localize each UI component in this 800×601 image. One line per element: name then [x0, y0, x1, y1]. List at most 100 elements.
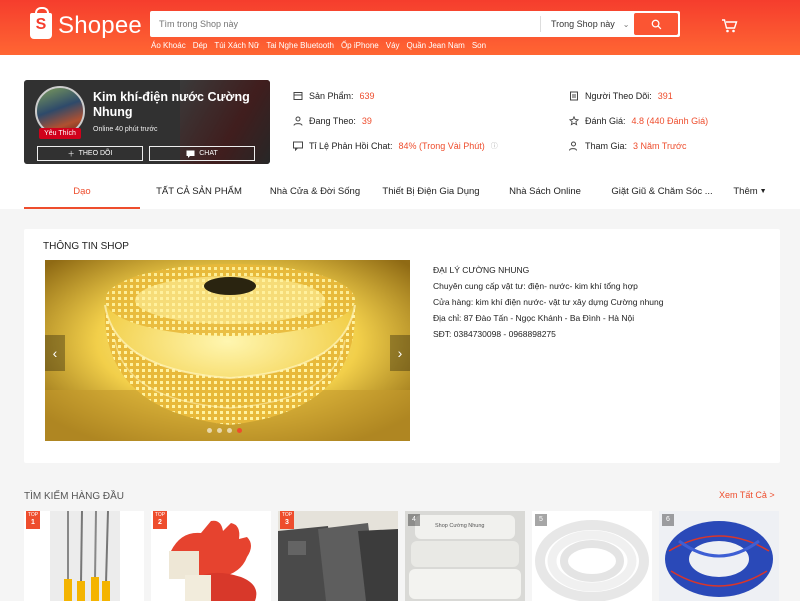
logo-text: Shopee — [58, 12, 142, 39]
product-card[interactable]: TOP 3 — [278, 511, 398, 601]
store-icon — [293, 92, 303, 100]
search-scope-select[interactable]: Trong Shop này ⌄ — [540, 16, 634, 32]
rank-number: 2 — [158, 519, 162, 526]
shop-card: Yêu Thích Kim khí-điện nước Cường Nhung … — [24, 80, 270, 164]
hint-link[interactable]: Túi Xách Nữ — [214, 41, 259, 50]
search-scope-label: Trong Shop này — [551, 19, 615, 29]
chat-icon — [186, 150, 195, 158]
chevron-right-icon: > — [769, 490, 775, 500]
chevron-left-icon: ‹ — [52, 345, 58, 361]
carousel-dot[interactable] — [207, 428, 212, 433]
tab-laundry[interactable]: Giặt Giũ & Chăm Sóc ... — [600, 179, 724, 209]
chat-button[interactable]: CHAT — [149, 146, 255, 161]
carousel-dot[interactable] — [237, 428, 242, 433]
tab-all-products[interactable]: TẤT CẢ SẢN PHẨM — [140, 179, 258, 209]
star-icon — [569, 116, 579, 126]
carousel-dot[interactable] — [217, 428, 222, 433]
gloves-image — [151, 511, 271, 601]
rank-number: 6 — [662, 514, 674, 526]
chevron-down-icon: ⌄ — [622, 19, 630, 29]
top-header: S Shopee Trong Shop này ⌄ Áo Khoác Dép T… — [0, 0, 800, 55]
tab-home-living[interactable]: Nhà Cửa & Đời Sống — [258, 179, 372, 209]
chat-bubble-icon — [293, 141, 303, 151]
tab-books[interactable]: Nhà Sách Online — [490, 179, 600, 209]
top-badge: TOP 2 — [153, 511, 167, 529]
favorite-badge: Yêu Thích — [39, 128, 81, 139]
carousel-dot[interactable] — [227, 428, 232, 433]
search-button[interactable] — [634, 13, 678, 35]
product-card[interactable]: 5 — [532, 511, 652, 601]
followers-icon — [570, 91, 578, 101]
shopee-logo[interactable]: S Shopee — [30, 7, 142, 40]
description-line: SĐT: 0384730098 - 0968898275 — [433, 329, 556, 339]
stat-value: 3 Năm Trước — [633, 141, 687, 151]
caret-down-icon: ▼ — [759, 188, 767, 195]
product-card[interactable]: Shop Cường Nhung 4 — [405, 511, 525, 601]
cart-button[interactable] — [721, 18, 738, 39]
stat-chat-response: Tỉ Lệ Phản Hồi Chat: 84% (Trong Vài Phút… — [293, 141, 498, 151]
stat-label: Người Theo Dõi: — [585, 91, 652, 101]
shopee-bag-icon: S — [30, 7, 52, 39]
stat-label: Đánh Giá: — [585, 116, 626, 126]
description-line: ĐẠI LÝ CƯỜNG NHUNG — [433, 265, 530, 275]
hint-link[interactable]: Váy — [386, 41, 400, 50]
rank-number: 1 — [31, 519, 35, 526]
carousel-prev-button[interactable]: ‹ — [45, 335, 65, 371]
shop-info-panel: THÔNG TIN SHOP ‹ › ĐẠI LÝ CƯỜNG NHUNG Ch… — [24, 229, 780, 463]
see-all-label: Xem Tất Cả — [719, 490, 767, 500]
stat-value[interactable]: 4.8 (440 Đánh Giá) — [632, 116, 709, 126]
top-badge-label: TOP — [281, 512, 293, 518]
follow-button[interactable]: ＋ THEO DÕI — [37, 146, 143, 161]
stat-label: Đang Theo: — [309, 116, 356, 126]
top-products: TOP 1 TOP 2 TOP 3 Shop Cường Nhung 4 5 6 — [24, 511, 779, 601]
stat-products: Sản Phẩm: 639 — [293, 91, 375, 101]
stat-value: 391 — [657, 91, 673, 101]
tab-appliances[interactable]: Thiết Bị Điện Gia Dụng — [372, 179, 490, 209]
stat-joined: Tham Gia: 3 Năm Trước — [569, 141, 686, 151]
search-bar: Trong Shop này ⌄ — [150, 11, 680, 37]
stat-value[interactable]: 39 — [362, 116, 372, 126]
stat-rating: Đánh Giá: 4.8 (440 Đánh Giá) — [569, 116, 708, 126]
see-all-link[interactable]: Xem Tất Cả > — [719, 490, 775, 500]
product-card[interactable]: 6 — [659, 511, 779, 601]
sandpaper-image — [278, 511, 398, 601]
led-strip-image — [45, 260, 410, 441]
tab-more[interactable]: Thêm ▼ — [724, 179, 776, 209]
top-search-title: TÌM KIẾM HÀNG ĐẦU — [24, 491, 125, 502]
hint-link[interactable]: Dép — [193, 41, 208, 50]
search-icon — [651, 19, 661, 29]
hint-link[interactable]: Áo Khoác — [151, 41, 186, 50]
section-title: THÔNG TIN SHOP — [43, 241, 129, 252]
shop-tabs: Dạo TẤT CẢ SẢN PHẨM Nhà Cửa & Đời Sống T… — [24, 179, 776, 209]
shop-name: Kim khí-điện nước Cường Nhung — [93, 90, 250, 119]
stat-label: Tham Gia: — [585, 141, 628, 151]
search-input[interactable] — [150, 13, 540, 35]
stat-label: Sản Phẩm: — [309, 91, 354, 101]
product-card[interactable]: TOP 1 — [24, 511, 144, 601]
search-hints: Áo Khoác Dép Túi Xách Nữ Tai Nghe Blueto… — [151, 41, 486, 50]
hint-link[interactable]: Quần Jean Nam — [407, 41, 465, 50]
description-line: Địa chỉ: 87 Đào Tấn - Ngọc Khánh - Ba Đì… — [433, 313, 635, 323]
stat-value: 639 — [359, 91, 375, 101]
blue-hose-image — [659, 511, 779, 601]
hint-link[interactable]: Tai Nghe Bluetooth — [266, 41, 334, 50]
user-check-icon — [569, 141, 577, 151]
hint-link[interactable]: Son — [472, 41, 486, 50]
shop-header: Yêu Thích Kim khí-điện nước Cường Nhung … — [0, 55, 800, 209]
chat-label: CHAT — [199, 150, 218, 157]
carousel-next-button[interactable]: › — [390, 335, 410, 371]
banner-carousel[interactable]: ‹ › — [45, 260, 410, 441]
stat-followers: Người Theo Dõi: 391 — [569, 91, 673, 101]
rank-number: 3 — [285, 519, 289, 526]
description-line: Chuyên cung cấp vật tư: điện- nước- kim … — [433, 281, 638, 291]
top-badge-label: TOP — [154, 512, 166, 518]
tab-dao[interactable]: Dạo — [24, 179, 140, 209]
product-card[interactable]: TOP 2 — [151, 511, 271, 601]
hint-link[interactable]: Ốp iPhone — [341, 41, 379, 50]
rank-number: 4 — [408, 514, 420, 526]
info-icon[interactable]: ⓘ — [491, 141, 498, 151]
stat-value: 84% (Trong Vài Phút) — [398, 141, 485, 151]
top-badge: TOP 1 — [26, 511, 40, 529]
white-tube-image — [532, 511, 652, 601]
top-badge: TOP 3 — [280, 511, 294, 529]
